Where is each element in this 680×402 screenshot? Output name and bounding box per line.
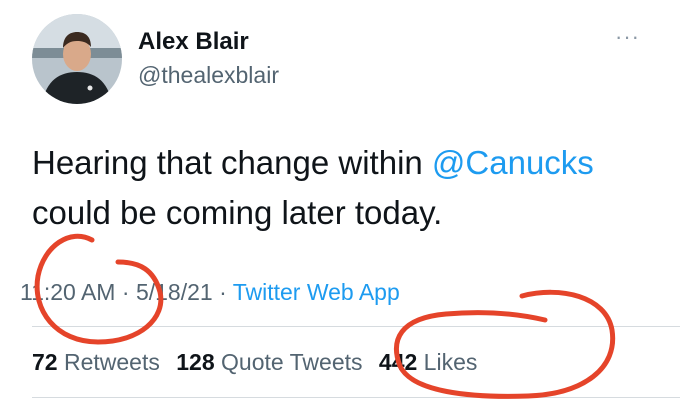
retweets-label: Retweets	[63, 349, 160, 375]
mention-link[interactable]: @Canucks	[432, 144, 594, 181]
quote-tweets-label: Quote Tweets	[221, 349, 363, 375]
display-name[interactable]: Alex Blair	[138, 28, 249, 56]
avatar[interactable]	[32, 14, 122, 104]
tweet-meta: 11:20 AM · 5/18/21 · Twitter Web App	[20, 279, 400, 306]
likes-label: Likes	[423, 349, 478, 375]
handle[interactable]: @thealexblair	[138, 62, 279, 89]
divider	[32, 326, 680, 327]
avatar-photo	[32, 14, 122, 104]
quote-tweets-count: 128	[176, 349, 215, 375]
tweet-source[interactable]: Twitter Web App	[233, 279, 400, 305]
retweets-count: 72	[32, 349, 58, 375]
likes-count: 442	[378, 349, 418, 375]
meta-separator: ·	[212, 279, 233, 305]
tweet-text: Hearing that change within @Canucks coul…	[32, 138, 652, 238]
quote-tweets-stat[interactable]: 128 Quote Tweets	[176, 349, 362, 375]
more-options-icon[interactable]: ···	[615, 24, 640, 50]
meta-separator: ·	[115, 279, 136, 305]
tweet-time[interactable]: 11:20 AM	[20, 279, 115, 305]
likes-circle-annotation	[394, 289, 616, 399]
likes-stat[interactable]: 442 Likes	[379, 349, 477, 375]
tweet-text-end: could be coming later today.	[32, 194, 443, 231]
tweet-card: Alex Blair @thealexblair ··· Hearing tha…	[0, 0, 680, 402]
tweet-text-start: Hearing that change within	[32, 144, 432, 181]
tweet-date[interactable]: 5/18/21	[136, 279, 213, 305]
retweets-stat[interactable]: 72 Retweets	[32, 349, 160, 375]
divider	[32, 397, 680, 398]
tweet-stats: 72 Retweets 128 Quote Tweets 442 Likes	[32, 349, 487, 376]
